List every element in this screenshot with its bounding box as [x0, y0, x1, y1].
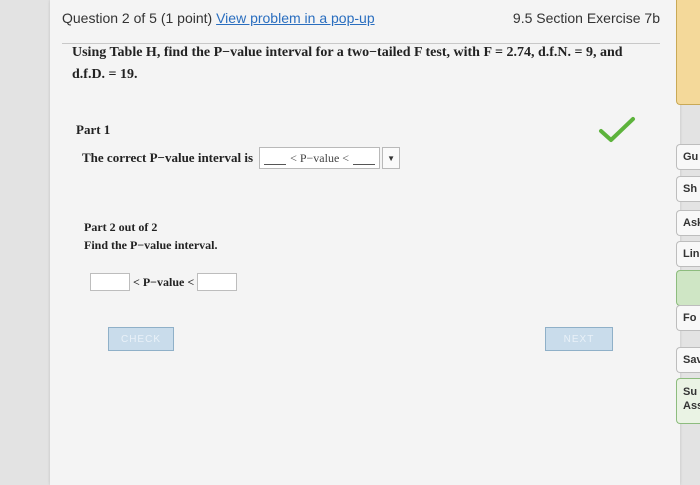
sidebar-green-tab[interactable]	[676, 270, 700, 306]
submit-line-1: Su	[683, 386, 698, 398]
sidebar-item-show[interactable]: Sh	[676, 176, 700, 202]
sidebar-item-ask[interactable]: Ask	[676, 210, 700, 236]
part1-row: The correct P−value interval is < P−valu…	[82, 147, 401, 169]
question-number: Question 2 of 5 (1 point) View problem i…	[62, 10, 375, 26]
part1-answer-select[interactable]: < P−value <	[259, 147, 381, 169]
submit-line-2: Assi	[683, 400, 700, 412]
problem-line-1: Using Table H, find the P−value interval…	[72, 45, 623, 60]
right-sidebar: Gu Sh Ask Link Fo Save Su Assi	[676, 0, 700, 485]
part1-label: The correct P−value interval is	[82, 150, 254, 165]
check-button[interactable]: CHECK	[108, 327, 174, 351]
sidebar-item-fo[interactable]: Fo	[676, 305, 700, 331]
triangle-down-icon[interactable]: ▼	[382, 147, 401, 169]
part2-row: < P−value <	[90, 273, 238, 291]
question-number-text: Question 2 of 5 (1 point)	[62, 10, 213, 26]
sidebar-item-guided[interactable]: Gu	[676, 144, 700, 170]
sidebar-item-link[interactable]: Link	[676, 241, 700, 267]
problem-statement: Using Table H, find the P−value interval…	[72, 42, 652, 86]
question-panel: Question 2 of 5 (1 point) View problem i…	[50, 0, 680, 485]
view-popup-link[interactable]: View problem in a pop-up	[216, 10, 375, 26]
exercise-label: 9.5 Section Exercise 7b	[512, 10, 660, 26]
sidebar-highlight	[676, 0, 700, 105]
upper-bound-input[interactable]	[197, 273, 238, 291]
part1-title: Part 1	[76, 122, 111, 137]
part2-instruction: Find the P−value interval.	[84, 238, 218, 252]
answer-blank-lower	[264, 152, 287, 165]
answer-text: < P−value <	[290, 150, 350, 165]
lower-bound-input[interactable]	[90, 273, 130, 291]
next-button[interactable]: NEXT	[545, 327, 613, 351]
checkmark-icon	[598, 116, 636, 149]
submit-assignment-button[interactable]: Su Assi	[676, 378, 700, 424]
part2-title: Part 2 out of 2	[84, 220, 158, 234]
sidebar-item-save[interactable]: Save	[676, 347, 700, 373]
p-value-label: < P−value <	[133, 274, 195, 289]
problem-line-2: d.f.D. = 19.	[72, 67, 138, 82]
answer-blank-upper	[353, 152, 376, 165]
question-header: Question 2 of 5 (1 point) View problem i…	[62, 10, 660, 44]
